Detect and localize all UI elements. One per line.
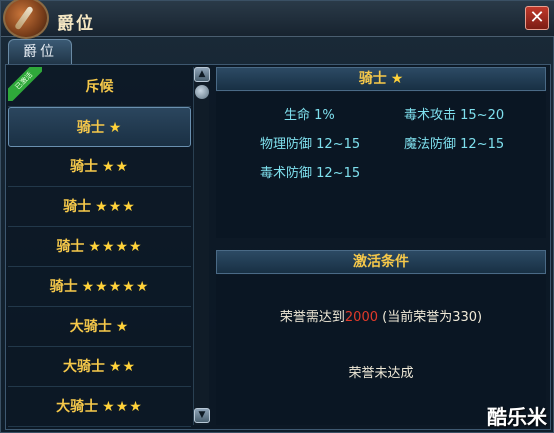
star-icon: ★ (115, 319, 130, 335)
activation-requirement: 荣誉需达到2000 (当前荣誉为330) (216, 306, 546, 325)
scroll-thumb[interactable] (195, 85, 209, 99)
scroll-up-icon[interactable]: ▲ (194, 67, 210, 82)
title-bar: 爵位 ✕ (1, 0, 554, 39)
requirement-value: 2000 (344, 310, 378, 325)
watermark-logo: 酷乐米 (487, 405, 547, 429)
rank-name: 骑士 (56, 239, 85, 255)
rank-list: 斥候 骑士 ★ 骑士 ★★ 骑士 ★★★ 骑士 ★★★★ 骑士 ★★★★★ 大骑士 ★ 大骑… (8, 67, 191, 429)
rank-name: 骑士 (76, 120, 105, 136)
tab-rank[interactable]: 爵位 (8, 39, 72, 65)
star-icon: ★★ (108, 359, 137, 375)
star-icon: ★ (108, 120, 123, 136)
rank-name: 斥候 (85, 79, 114, 95)
list-item-rank-6[interactable]: 大骑士 ★ (8, 307, 191, 347)
detail-header: 骑士 ★ (216, 67, 546, 91)
close-button[interactable]: ✕ (525, 6, 549, 30)
list-item-rank-5[interactable]: 骑士 ★★★★★ (8, 267, 191, 307)
attr-poison-attack: 毒术攻击 15~20 (404, 108, 505, 123)
star-icon: ★ (390, 71, 404, 87)
rank-name: 大骑士 (56, 399, 99, 415)
quill-emblem-icon (3, 0, 49, 39)
rank-name: 大骑士 (62, 359, 105, 375)
rank-name: 大骑士 (69, 319, 112, 335)
star-icon: ★★ (101, 159, 130, 175)
star-icon: ★★★ (102, 399, 143, 415)
star-icon: ★★★★ (88, 239, 143, 255)
list-item-rank-7[interactable]: 大骑士 ★★ (8, 347, 191, 387)
requirement-prefix: 荣誉需达到 (279, 310, 345, 325)
list-item-rank-4[interactable]: 骑士 ★★★★ (8, 227, 191, 267)
star-icon: ★★★★★ (81, 279, 150, 295)
star-icon: ★★★ (95, 199, 136, 215)
window-title: 爵位 (57, 14, 95, 34)
requirement-suffix: (当前荣誉为330) (382, 310, 483, 325)
ribbon-label: 已激活 (8, 67, 42, 101)
rank-name: 骑士 (63, 199, 92, 215)
attr-magic-defense: 魔法防御 12~15 (404, 137, 505, 152)
rank-window: 爵位 ✕ 爵位 斥候 骑士 ★ 骑士 ★★ 骑士 ★★★ 骑士 ★★★★ 骑士 ★★★★★… (0, 0, 554, 433)
list-item-rank-8[interactable]: 大骑士 ★★★ (8, 387, 191, 427)
attr-physical-defense: 物理防御 12~15 (260, 137, 361, 152)
list-item-rank-1[interactable]: 骑士 ★ (8, 107, 191, 147)
attr-poison-defense: 毒术防御 12~15 (260, 166, 361, 181)
rank-name: 骑士 (69, 159, 98, 175)
attr-hp: 生命 1% (284, 108, 335, 123)
rank-name: 骑士 (49, 279, 78, 295)
list-item-rank-3[interactable]: 骑士 ★★★ (8, 187, 191, 227)
activated-ribbon: 已激活 (8, 67, 42, 101)
scroll-down-icon[interactable]: ▼ (194, 408, 210, 423)
activation-header: 激活条件 (216, 250, 546, 274)
list-item-rank-2[interactable]: 骑士 ★★ (8, 147, 191, 187)
activation-status: 荣誉未达成 (348, 366, 414, 381)
list-scrollbar[interactable]: ▲ ▼ (193, 67, 210, 425)
detail-title: 骑士 (358, 71, 387, 87)
